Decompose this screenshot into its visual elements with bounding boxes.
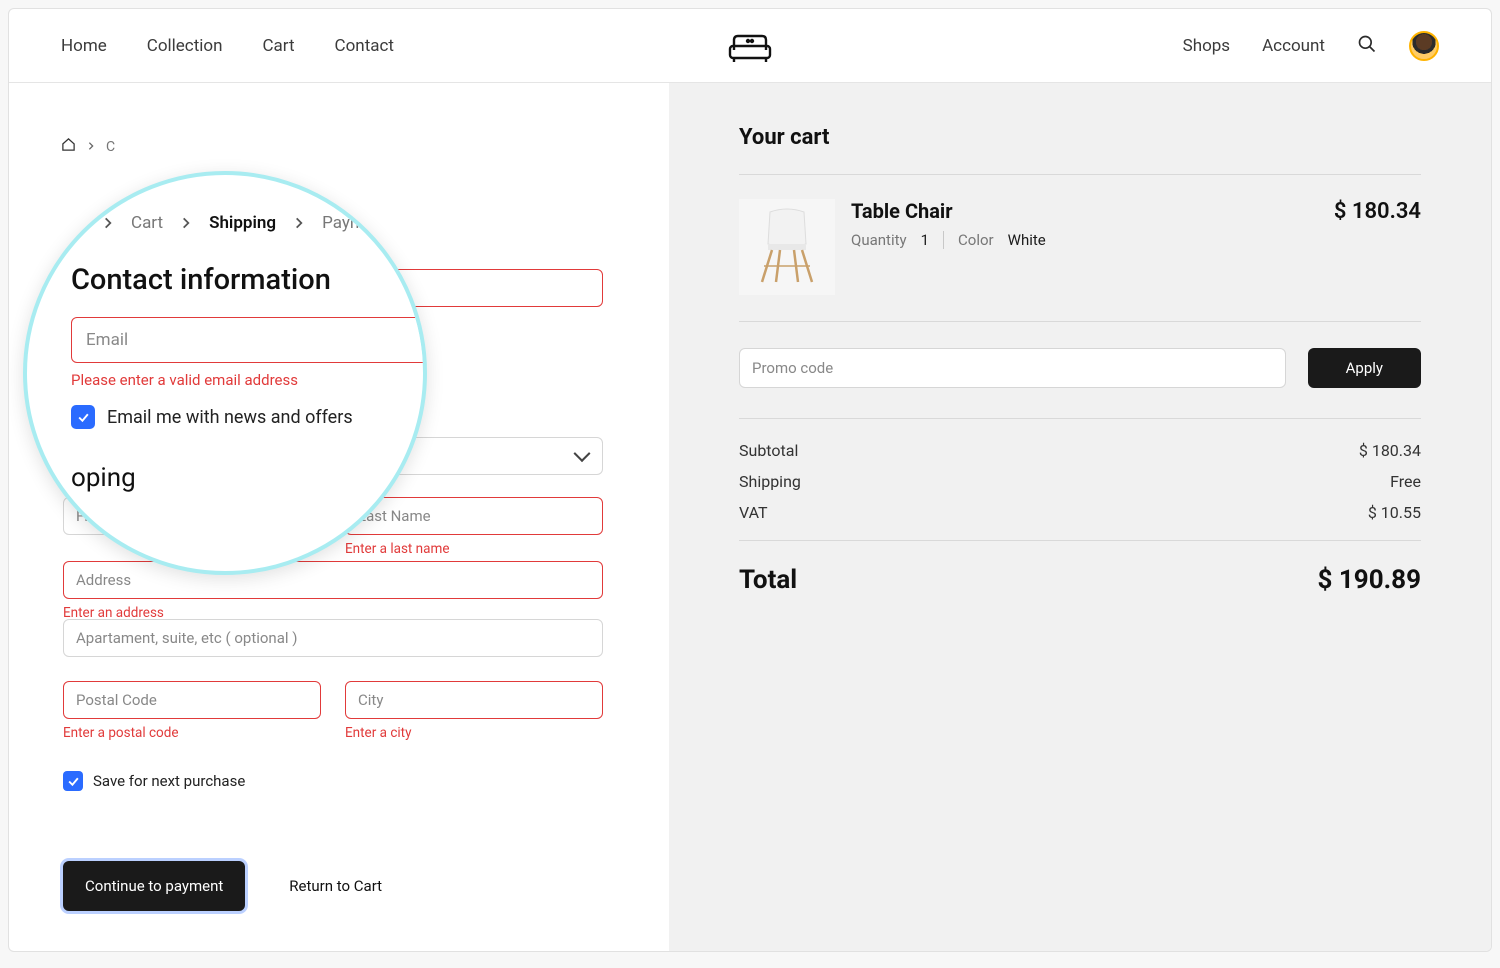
- nav-contact[interactable]: Contact: [335, 36, 394, 56]
- qty-label: Quantity: [851, 231, 907, 249]
- header: Home Collection Cart Contact Shops Accou…: [9, 9, 1491, 83]
- city-error: Enter a city: [345, 725, 603, 741]
- logo-icon[interactable]: [728, 28, 772, 64]
- magnifier-lens: Cart Shipping Payment Contact informatio…: [23, 171, 427, 575]
- chevron-right-icon: [179, 216, 193, 230]
- city-input[interactable]: [345, 681, 603, 719]
- promo-input[interactable]: [739, 348, 1286, 388]
- nav-account[interactable]: Account: [1262, 36, 1325, 56]
- last-name-input[interactable]: [345, 497, 603, 535]
- color-value: White: [1008, 231, 1046, 249]
- breadcrumb: C: [61, 137, 617, 156]
- return-link[interactable]: Return to Cart: [289, 877, 382, 895]
- chevron-right-icon: [86, 139, 96, 155]
- breadcrumb-fragment: C: [106, 139, 115, 155]
- news-checkbox[interactable]: [71, 405, 95, 429]
- total-value: $ 190.89: [1317, 565, 1421, 595]
- nav-shops[interactable]: Shops: [1183, 36, 1230, 56]
- nav-cart[interactable]: Cart: [262, 36, 294, 56]
- contact-heading: Contact information: [71, 263, 427, 297]
- search-icon[interactable]: [1357, 34, 1377, 58]
- subtotal-label: Subtotal: [739, 441, 798, 460]
- shipping-label: Shipping: [739, 472, 801, 491]
- nav-right: Shops Account: [1183, 31, 1439, 61]
- cart-item: Table Chair Quantity 1 Color White $ 180…: [739, 175, 1421, 321]
- email-input[interactable]: [71, 317, 427, 363]
- cart-title: Your cart: [739, 125, 1421, 150]
- shipping-heading-fragment: oping: [71, 463, 427, 493]
- apply-button[interactable]: Apply: [1308, 348, 1421, 388]
- crumb-cart[interactable]: Cart: [131, 213, 163, 233]
- last-name-error: Enter a last name: [345, 541, 603, 557]
- item-price: $ 180.34: [1334, 199, 1421, 295]
- crumb-payment: Payment: [322, 213, 389, 233]
- address-input[interactable]: [63, 561, 603, 599]
- chevron-right-icon: [101, 216, 115, 230]
- vat-value: $ 10.55: [1368, 503, 1421, 522]
- apartment-input[interactable]: [63, 619, 603, 657]
- qty-value: 1: [921, 231, 929, 249]
- email-error: Please enter a valid email address: [71, 371, 427, 389]
- news-label: Email me with news and offers: [107, 407, 353, 428]
- save-checkbox[interactable]: [63, 771, 83, 791]
- color-label: Color: [958, 231, 994, 249]
- home-icon[interactable]: [71, 213, 85, 233]
- separator: [943, 231, 944, 249]
- product-thumbnail: [739, 199, 835, 295]
- avatar[interactable]: [1409, 31, 1439, 61]
- breadcrumb-zoom: Cart Shipping Payment: [71, 213, 427, 233]
- postal-code-input[interactable]: [63, 681, 321, 719]
- nav-left: Home Collection Cart Contact: [61, 36, 394, 56]
- chevron-right-icon: [292, 216, 306, 230]
- postal-error: Enter a postal code: [63, 725, 321, 741]
- vat-label: VAT: [739, 503, 768, 522]
- item-name: Table Chair: [851, 199, 1334, 223]
- total-label: Total: [739, 565, 797, 595]
- shipping-value: Free: [1390, 472, 1421, 491]
- nav-home[interactable]: Home: [61, 36, 107, 56]
- continue-button[interactable]: Continue to payment: [63, 861, 245, 911]
- save-label: Save for next purchase: [93, 772, 245, 790]
- nav-collection[interactable]: Collection: [147, 36, 223, 56]
- home-icon[interactable]: [61, 137, 76, 156]
- crumb-shipping: Shipping: [209, 213, 276, 233]
- subtotal-value: $ 180.34: [1359, 441, 1421, 460]
